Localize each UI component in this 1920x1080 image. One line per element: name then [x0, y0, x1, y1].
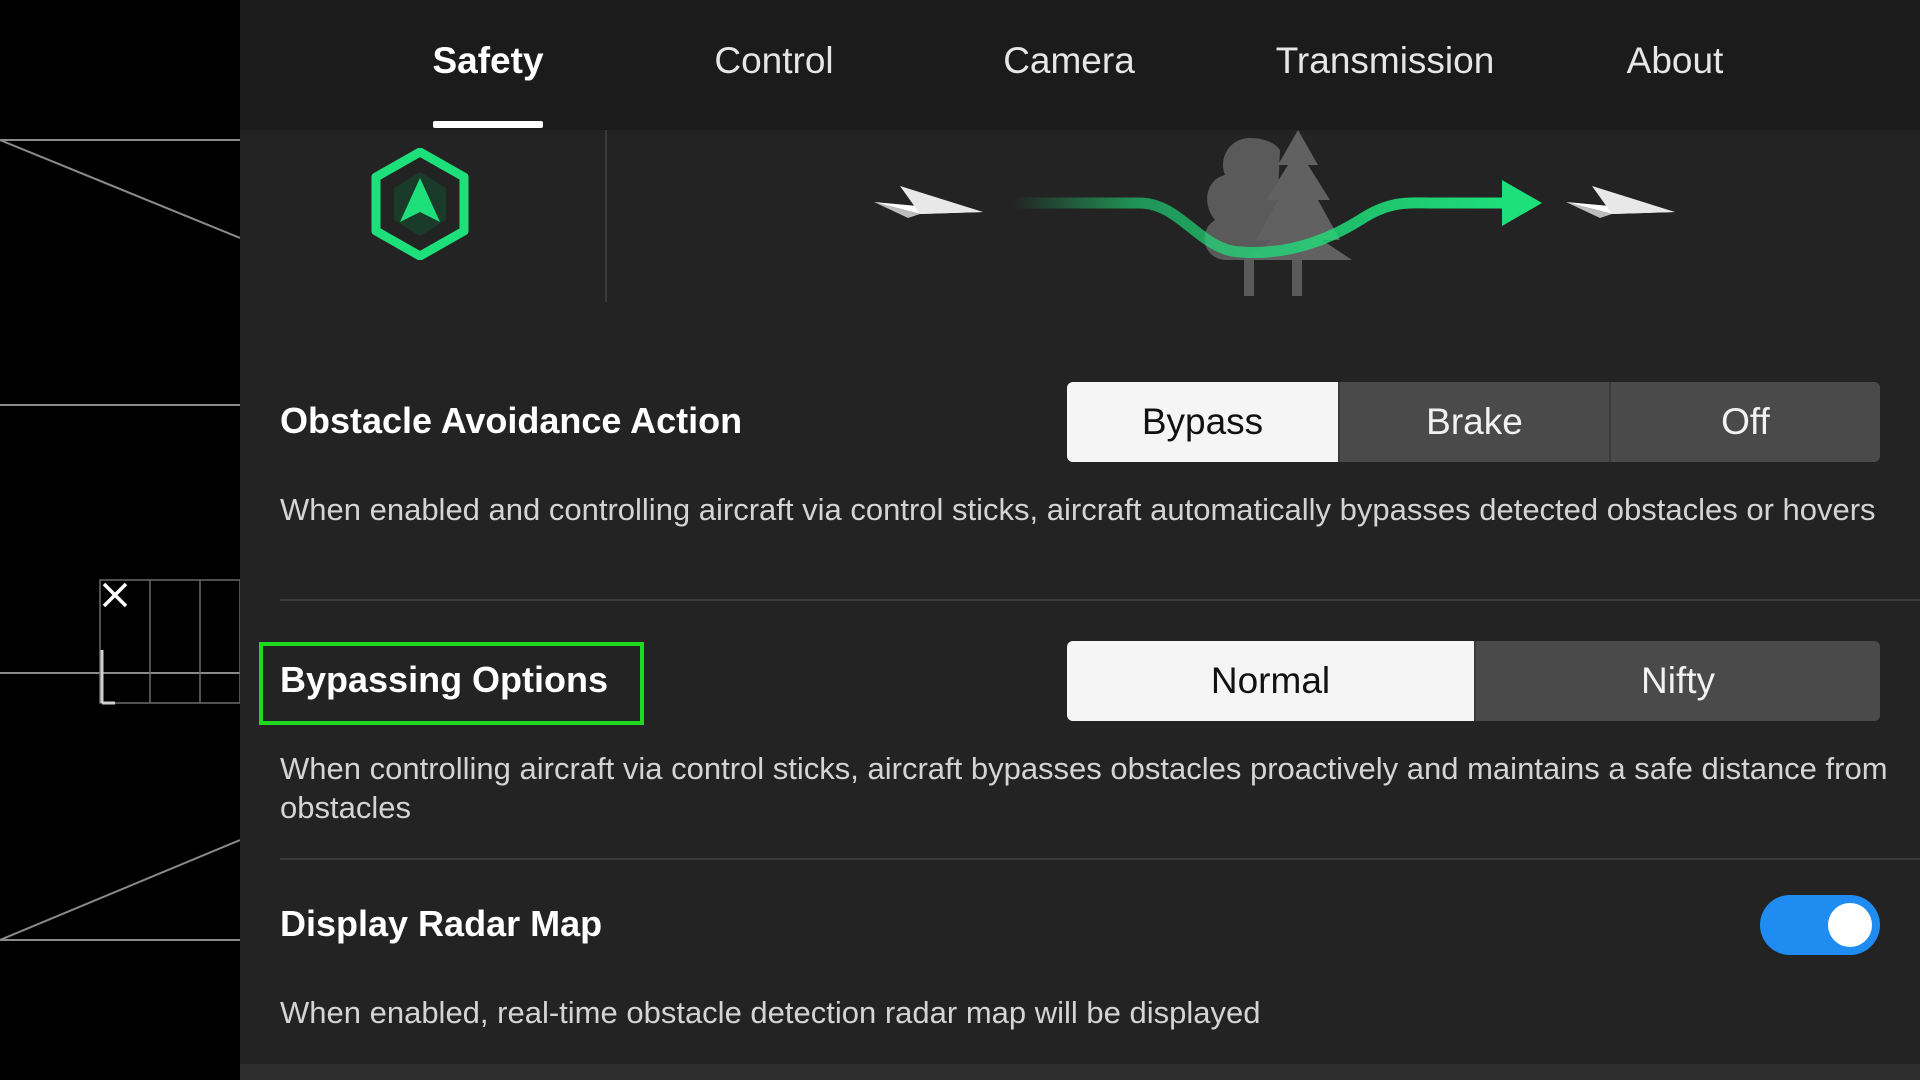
- toggle-knob: [1828, 903, 1872, 947]
- option-bypass[interactable]: Bypass: [1067, 382, 1338, 462]
- bypass-path-illustration: [874, 130, 1675, 296]
- tab-about[interactable]: About: [1610, 40, 1740, 96]
- section-divider: [280, 599, 1920, 601]
- obstacle-avoidance-illustration: [240, 130, 1920, 330]
- radar-map-title: Display Radar Map: [280, 903, 603, 944]
- aircraft-end-icon: [1566, 186, 1675, 218]
- tree-obstacle-icon: [1204, 130, 1352, 296]
- obstacle-avoidance-segmented-control: Bypass Brake Off: [1067, 382, 1880, 462]
- close-button[interactable]: [100, 580, 148, 628]
- bypassing-options-segmented-control: Normal Nifty: [1067, 641, 1880, 721]
- obstacle-avoidance-title: Obstacle Avoidance Action: [280, 400, 743, 441]
- radar-map-description: When enabled, real-time obstacle detecti…: [280, 995, 1261, 1030]
- option-brake[interactable]: Brake: [1338, 382, 1609, 462]
- settings-tab-bar: Safety Control Camera Transmission About: [240, 0, 1920, 130]
- radar-map-toggle[interactable]: [1760, 895, 1880, 955]
- camera-view-background: [0, 0, 240, 1080]
- obstacle-avoidance-description: When enabled and controlling aircraft vi…: [280, 492, 1876, 527]
- aircraft-start-icon: [874, 186, 983, 218]
- tab-safety[interactable]: Safety: [420, 40, 556, 96]
- panel-bottom-edge: [240, 1064, 1920, 1080]
- close-icon: [102, 582, 128, 608]
- tab-transmission[interactable]: Transmission: [1260, 40, 1510, 96]
- option-nifty[interactable]: Nifty: [1474, 641, 1880, 721]
- tab-camera[interactable]: Camera: [984, 40, 1154, 96]
- option-normal[interactable]: Normal: [1067, 641, 1474, 721]
- settings-panel: Safety Control Camera Transmission About: [240, 0, 1920, 1080]
- bypassing-options-description: When controlling aircraft via control st…: [280, 751, 1888, 825]
- active-tab-indicator: [433, 121, 543, 128]
- camera-guide-lines: [0, 139, 240, 941]
- option-off[interactable]: Off: [1609, 382, 1880, 462]
- tab-control[interactable]: Control: [694, 40, 854, 96]
- bypassing-options-title: Bypassing Options: [280, 659, 609, 700]
- section-divider: [280, 858, 1920, 860]
